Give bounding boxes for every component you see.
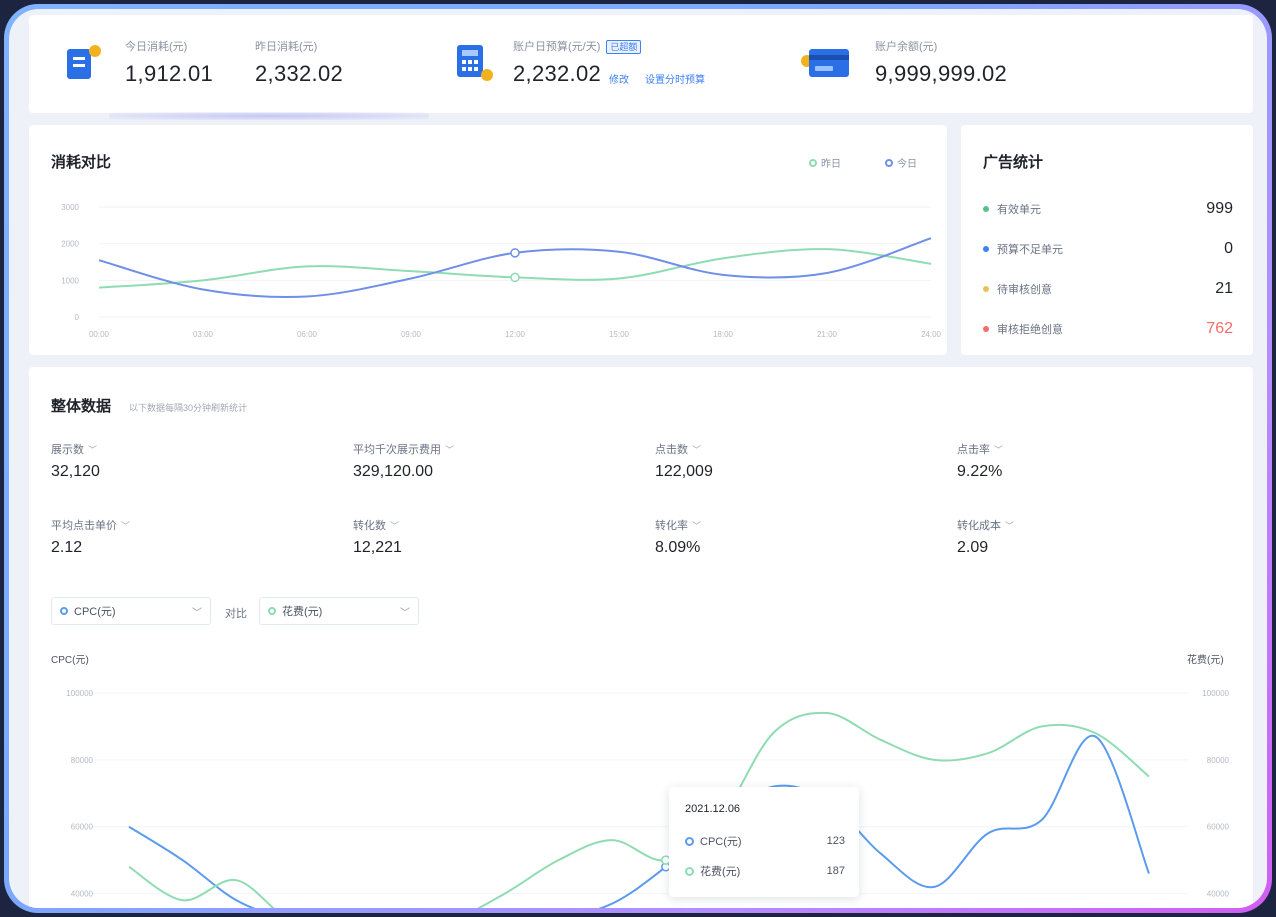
yesterday-spend-value: 2,332.02 [255, 61, 344, 86]
ad-stat-row[interactable]: 预算不足单元 0 [983, 239, 1233, 259]
ad-stat-row[interactable]: 有效单元 999 [983, 199, 1233, 219]
wallet-icon [67, 45, 101, 79]
y-tick-label-right: 80000 [1207, 756, 1230, 765]
decorative-glow [109, 112, 429, 120]
data-point [510, 272, 520, 283]
today-spend-value: 1,912.01 [125, 61, 214, 86]
overall-data-card: 整体数据 以下数据每隔30分钟刷新统计 展示数 ﹀ 32,120 平均千次展示费用… [29, 367, 1253, 908]
y-tick-label-left: 60000 [71, 823, 94, 832]
time-budget-link[interactable]: 设置分时预算 [645, 71, 705, 86]
status-dot [983, 246, 989, 252]
x-tick-label: 21:00 [817, 330, 838, 339]
chart-tooltip: 2021.12.06 CPC(元) 123 花费(元) 187 [669, 787, 859, 897]
x-tick-label: 06:00 [297, 330, 318, 339]
ad-stat-row[interactable]: 审核拒绝创意 762 [983, 319, 1233, 339]
y-tick-label-right: 60000 [1207, 823, 1230, 832]
x-tick-label: 15:00 [609, 330, 630, 339]
x-tick-label: 03:00 [193, 330, 214, 339]
daily-budget-value: 2,232.02 [513, 61, 602, 86]
y-tick-label: 3000 [61, 203, 79, 212]
y-tick-label-left: 80000 [71, 756, 94, 765]
overall-trend-chart: 100000 80000 60000 40000 100000 80000 60000 400… [66, 689, 1230, 908]
tooltip-date: 2021.12.06 [685, 803, 741, 815]
y-tick-label: 2000 [61, 240, 79, 249]
status-dot [983, 206, 989, 212]
today-spend-label: 今日消耗(元) [125, 41, 188, 53]
series-line-spend [128, 711, 1150, 908]
balance-label: 账户余额(元) [875, 41, 938, 53]
daily-budget-label: 账户日预算(元/天) 已超额 [513, 38, 642, 54]
ad-stat-row[interactable]: 待审核创意 21 [983, 279, 1233, 299]
series-marker [685, 836, 694, 846]
y-tick-label-right: 100000 [1202, 689, 1229, 698]
series-line-cpc [128, 734, 1150, 908]
calculator-icon [457, 45, 493, 81]
summary-stats: 今日消耗(元) 1,912.01 昨日消耗(元) 2,332.02 账户日预算(… [29, 15, 1253, 113]
y-tick-label: 0 [75, 313, 80, 322]
spend-compare-card: 消耗对比 昨日 今日 3000 2000 1000 0 00:00 03:00 06:00 0… [29, 125, 947, 355]
x-tick-label: 09:00 [401, 330, 422, 339]
status-dot [983, 286, 989, 292]
x-tick-label: 18:00 [713, 330, 734, 339]
tooltip-row: CPC(元) 123 [685, 833, 845, 849]
over-budget-tag: 已超额 [606, 40, 642, 54]
data-point [510, 248, 520, 258]
dashboard: 今日消耗(元) 1,912.01 昨日消耗(元) 2,332.02 账户日预算(… [9, 9, 1267, 908]
x-tick-label: 24:00 [921, 330, 942, 339]
tooltip-row: 花费(元) 187 [685, 863, 845, 879]
balance-value: 9,999,999.02 [875, 61, 1008, 86]
y-tick-label-left: 100000 [66, 689, 93, 698]
card-icon [801, 49, 849, 77]
x-tick-label: 12:00 [505, 330, 526, 339]
series-marker [685, 866, 694, 876]
edit-budget-link[interactable]: 修改 [609, 71, 629, 86]
y-tick-label-left: 40000 [71, 890, 94, 899]
y-tick-label: 1000 [61, 276, 79, 285]
yesterday-spend-label: 昨日消耗(元) [255, 41, 318, 53]
ad-stats-title: 广告统计 [983, 154, 1044, 171]
spend-compare-chart: 3000 2000 1000 0 00:00 03:00 06:00 09:00 12:00 15… [61, 203, 942, 339]
ad-stats-card: 广告统计 有效单元 999 预算不足单元 0 待审核创意 21 审核拒绝创意 7… [961, 125, 1253, 355]
device-frame: 今日消耗(元) 1,912.01 昨日消耗(元) 2,332.02 账户日预算(… [4, 4, 1272, 913]
status-dot [983, 326, 989, 332]
x-tick-label: 00:00 [89, 330, 110, 339]
y-tick-label-right: 40000 [1207, 890, 1230, 899]
series-line-today [98, 237, 932, 299]
